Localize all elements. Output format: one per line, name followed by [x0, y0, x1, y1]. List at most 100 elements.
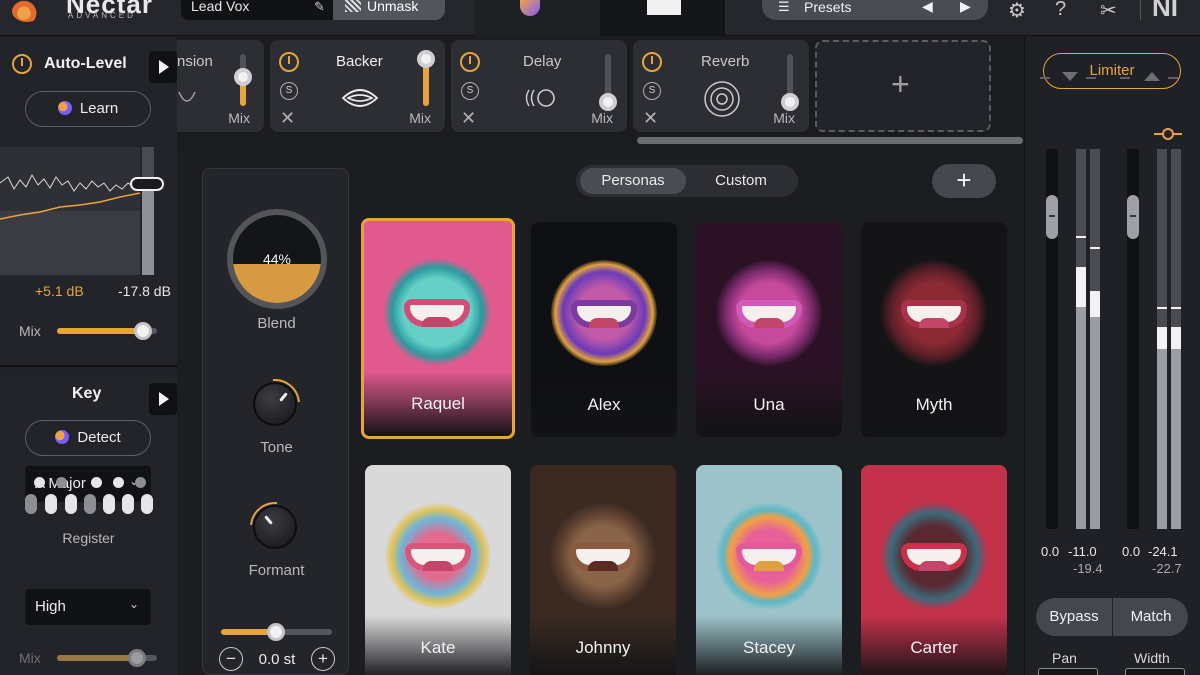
scale-key[interactable] — [45, 494, 57, 514]
input-rms-value: -19.4 — [1073, 561, 1103, 576]
formant-label: Formant — [248, 562, 305, 579]
input-gain-fader[interactable] — [1046, 149, 1058, 529]
output-gain-thumb[interactable] — [1127, 195, 1139, 239]
output-meter-right — [1171, 149, 1181, 529]
module-dimension-mix-knob[interactable] — [234, 68, 252, 87]
track-name-field[interactable]: Lead Vox ✎ — [181, 0, 333, 20]
persona-card-johnny[interactable]: Johnny — [530, 465, 676, 675]
persona-card-carter[interactable]: Carter — [861, 465, 1007, 675]
tone-knob[interactable] — [239, 368, 311, 440]
plugin-doctor-icon[interactable]: ✂ — [1100, 0, 1117, 23]
learn-button[interactable]: Learn — [25, 91, 151, 127]
delay-solo-button[interactable]: S — [461, 82, 479, 100]
register-select-value: High — [35, 598, 66, 615]
persona-card-una[interactable]: Una — [696, 222, 842, 437]
module-delay[interactable]: S ✕ Delay Mix — [451, 40, 627, 132]
scale-key[interactable] — [103, 494, 115, 514]
delay-remove-icon[interactable]: ✕ — [461, 108, 476, 129]
scale-key[interactable] — [84, 494, 96, 514]
reverb-power-icon[interactable] — [642, 52, 662, 72]
add-persona-button[interactable]: + — [932, 164, 996, 198]
module-reverb[interactable]: S ✕ Reverb Mix — [633, 40, 809, 132]
pencil-icon[interactable]: ✎ — [314, 0, 325, 15]
unmask-icon — [345, 0, 361, 12]
scale-key[interactable] — [91, 477, 102, 488]
tab-mixer[interactable] — [600, 0, 725, 36]
module-strip-scrollbar[interactable] — [637, 137, 1023, 144]
pitch-slider[interactable] — [221, 623, 332, 641]
reverb-solo-button[interactable]: S — [643, 82, 661, 100]
add-module-slot[interactable]: + — [815, 40, 991, 132]
persona-name: Una — [753, 395, 785, 414]
pitch-minus-button[interactable]: − — [219, 647, 243, 671]
delay-power-icon[interactable] — [460, 52, 480, 72]
auto-level-waveform — [0, 147, 140, 275]
output-gain-marker-icon — [1144, 72, 1160, 81]
module-reverb-mix-knob[interactable] — [781, 92, 799, 111]
auto-level-expand-button[interactable] — [149, 51, 177, 83]
auto-level-fader-thumb[interactable] — [130, 177, 164, 191]
scale-key[interactable] — [56, 477, 67, 488]
limiter-threshold-handle[interactable] — [1162, 128, 1174, 140]
preset-prev-icon[interactable]: ◀ — [922, 0, 933, 15]
auto-level-mix-knob[interactable] — [134, 322, 152, 340]
module-backer-mix-knob[interactable] — [417, 50, 435, 69]
persona-card-raquel[interactable]: Raquel — [361, 218, 515, 439]
backer-remove-icon[interactable]: ✕ — [280, 108, 295, 129]
preset-next-icon[interactable]: ▶ — [960, 0, 971, 15]
bypass-button[interactable]: Bypass — [1036, 598, 1112, 636]
unmask-button[interactable]: Unmask — [333, 0, 445, 20]
blend-knob[interactable]: 44% — [227, 209, 327, 309]
key-mix-fill — [57, 655, 137, 661]
key-mix-slider[interactable] — [57, 649, 157, 667]
scale-key[interactable] — [122, 494, 134, 514]
meter-tick — [1086, 77, 1096, 79]
blend-label: Blend — [257, 315, 296, 332]
limiter-button[interactable]: Limiter — [1043, 53, 1181, 89]
pan-label: Pan — [1052, 650, 1077, 666]
scale-key[interactable] — [113, 477, 124, 488]
auto-level-mix-slider[interactable] — [57, 322, 157, 340]
persona-card-alex[interactable]: Alex — [531, 222, 677, 437]
module-delay-mix-knob[interactable] — [599, 92, 617, 111]
match-button[interactable]: Match — [1113, 598, 1189, 636]
persona-name: Myth — [915, 395, 953, 414]
detect-button[interactable]: Detect — [25, 420, 151, 456]
scale-key[interactable] — [135, 477, 146, 488]
tab-custom[interactable]: Custom — [688, 168, 794, 194]
pitch-knob[interactable] — [267, 623, 285, 641]
persona-name: Johnny — [575, 638, 631, 657]
output-gain-fader[interactable] — [1127, 149, 1139, 529]
module-dimension[interactable]: nsion Mix — [177, 40, 264, 132]
backer-power-icon[interactable] — [279, 52, 299, 72]
nectar-logo: Nectar ADVANCED — [6, 0, 176, 32]
presets-bar[interactable]: ☰ Presets ◀ ▶ — [762, 0, 988, 20]
width-control[interactable] — [1125, 668, 1185, 675]
lips-icon — [341, 89, 379, 107]
gear-icon[interactable]: ⚙ — [1008, 0, 1026, 23]
help-icon[interactable]: ? — [1055, 0, 1066, 21]
top-bar: Nectar ADVANCED Lead Vox ✎ Unmask ☰ Pres… — [0, 0, 1200, 36]
persona-card-myth[interactable]: Myth — [861, 222, 1007, 437]
scale-key[interactable] — [141, 494, 153, 514]
pitch-plus-button[interactable]: + — [311, 647, 335, 671]
key-expand-button[interactable] — [149, 383, 177, 415]
key-mix-knob[interactable] — [128, 649, 146, 667]
tab-personas[interactable]: Personas — [580, 168, 686, 194]
meter-tick — [1120, 77, 1130, 79]
input-gain-thumb[interactable] — [1046, 195, 1058, 239]
pan-control[interactable] — [1038, 668, 1098, 675]
scale-key[interactable] — [25, 494, 37, 514]
scale-key[interactable] — [34, 477, 45, 488]
tab-assistant[interactable] — [475, 0, 600, 36]
scale-key[interactable] — [65, 494, 77, 514]
persona-card-stacey[interactable]: Stacey — [696, 465, 842, 675]
reverb-remove-icon[interactable]: ✕ — [643, 108, 658, 129]
persona-card-kate[interactable]: Kate — [365, 465, 511, 675]
formant-knob[interactable] — [239, 491, 311, 563]
backer-solo-button[interactable]: S — [280, 82, 298, 100]
auto-level-target-fader[interactable] — [142, 147, 154, 275]
module-backer[interactable]: S ✕ Backer Mix — [270, 40, 445, 132]
register-select[interactable]: High ⌄ — [25, 589, 151, 625]
auto-level-power-icon[interactable] — [12, 54, 32, 74]
